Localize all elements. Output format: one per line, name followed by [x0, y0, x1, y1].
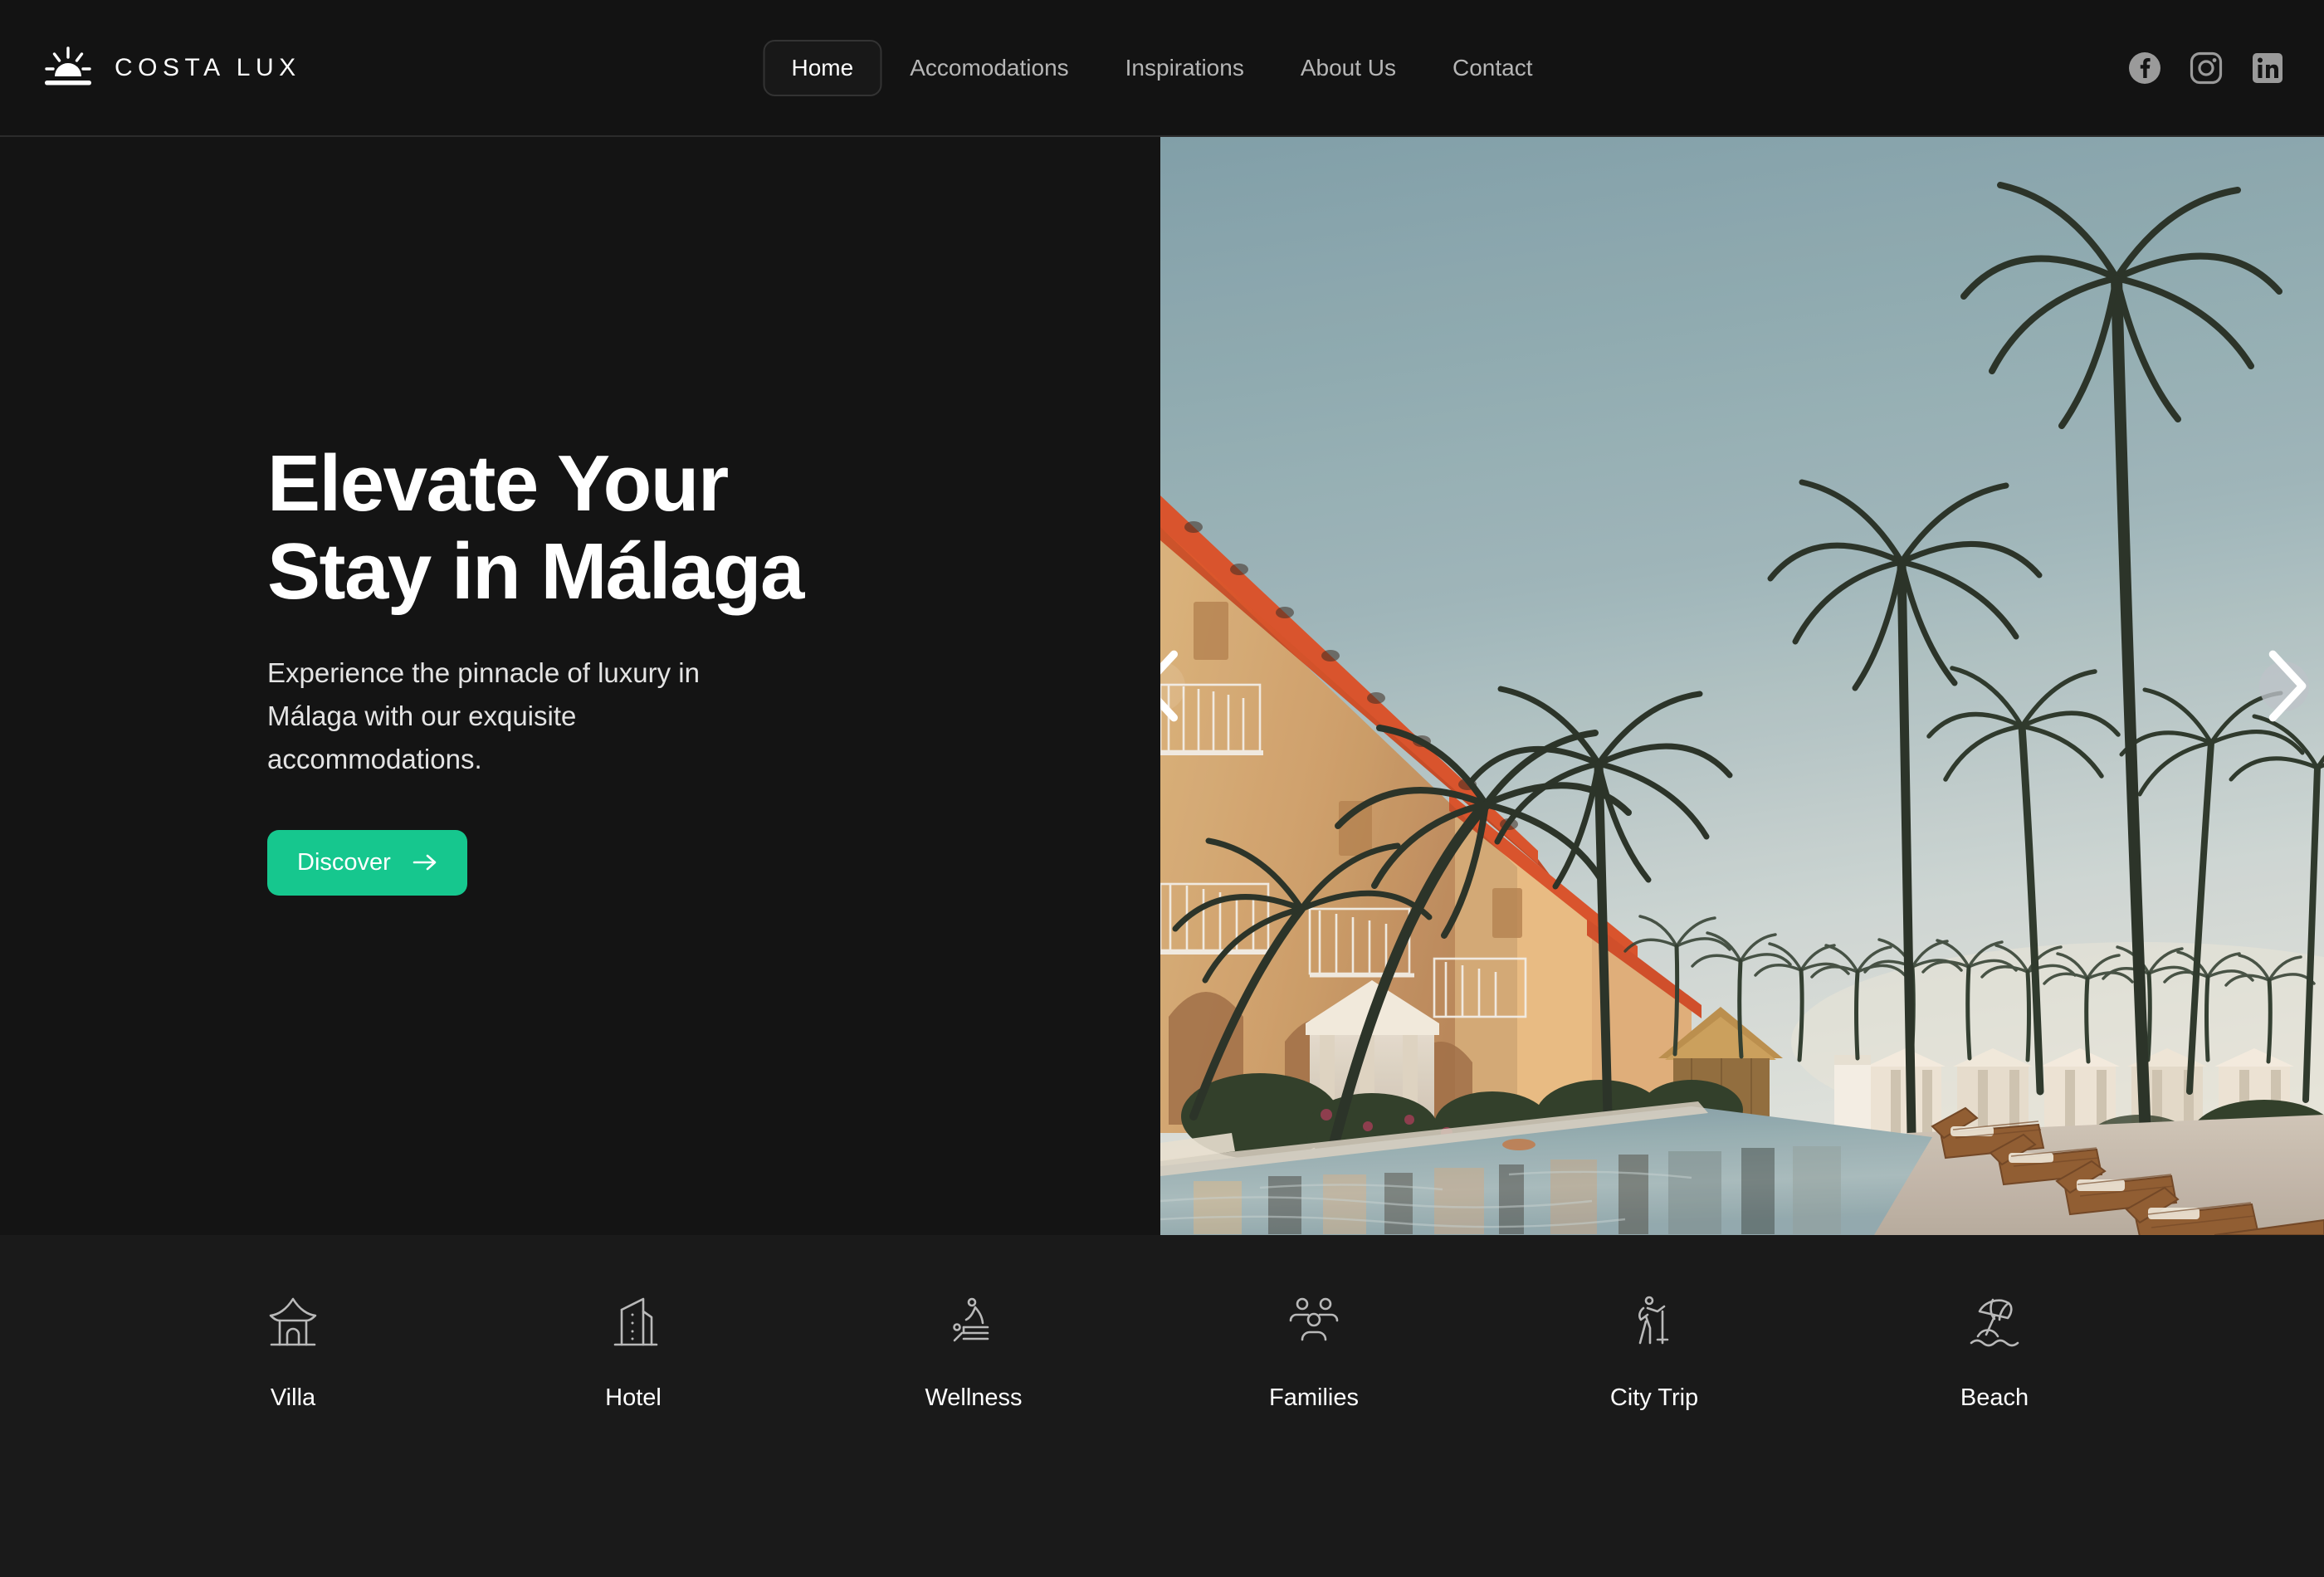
hero-section: Elevate Your Stay in Málaga Experience t… — [0, 137, 2324, 1235]
hero-copy: Elevate Your Stay in Málaga Experience t… — [267, 440, 998, 896]
chevron-left-icon — [1160, 650, 1178, 722]
landing-page: COSTA LUX Home Accomodations Inspiration… — [0, 0, 2324, 1577]
facebook-icon[interactable] — [2128, 51, 2161, 85]
hero-subtitle: Experience the pinnacle of luxury in Mál… — [267, 657, 700, 775]
city-trip-icon — [1638, 1296, 1669, 1345]
hero-title: Elevate Your Stay in Málaga — [267, 439, 804, 616]
category-city-trip-label: City Trip — [1609, 1384, 1699, 1411]
discover-button[interactable]: Discover — [267, 829, 467, 896]
wellness-icon — [953, 1297, 989, 1342]
hotel-icon — [613, 1297, 658, 1346]
instagram-icon[interactable] — [2190, 51, 2223, 85]
nav-item-inspirations[interactable]: Inspirations — [1097, 40, 1272, 96]
category-beach[interactable]: Beach — [1824, 1293, 2165, 1410]
hero-image — [1160, 137, 2324, 1235]
arrow-right-icon — [413, 854, 437, 871]
nav-item-contact[interactable]: Contact — [1424, 40, 1561, 96]
nav-item-about-us[interactable]: About Us — [1272, 40, 1424, 96]
category-list: Villa Hotel Wellness Families City Trip … — [123, 1293, 2165, 1410]
category-beach-label: Beach — [1960, 1384, 2029, 1411]
brand-logo[interactable]: COSTA LUX — [43, 46, 301, 90]
nav-item-home[interactable]: Home — [763, 39, 882, 96]
carousel-prev-button[interactable] — [1160, 650, 1185, 722]
resort-pool-illustration — [1160, 137, 2324, 1235]
category-families[interactable]: Families — [1144, 1293, 1484, 1410]
category-villa[interactable]: Villa — [123, 1293, 463, 1410]
category-bar: Villa Hotel Wellness Families City Trip … — [0, 1235, 2324, 1577]
category-wellness[interactable]: Wellness — [803, 1293, 1144, 1410]
families-icon — [1289, 1297, 1339, 1341]
category-wellness-label: Wellness — [925, 1384, 1023, 1411]
category-city-trip[interactable]: City Trip — [1484, 1293, 1824, 1410]
discover-button-label: Discover — [297, 848, 391, 876]
linkedin-icon[interactable] — [2251, 51, 2284, 85]
beach-icon — [1970, 1298, 2019, 1347]
category-hotel-label: Hotel — [605, 1384, 662, 1411]
social-links — [2128, 51, 2284, 85]
brand-name: COSTA LUX — [115, 53, 301, 81]
sunrise-icon — [45, 46, 91, 85]
category-villa-label: Villa — [270, 1384, 316, 1411]
main-nav: Home Accomodations Inspirations About Us… — [763, 39, 1561, 96]
category-families-label: Families — [1269, 1384, 1359, 1411]
site-header: COSTA LUX Home Accomodations Inspiration… — [0, 0, 2324, 137]
carousel-next-button[interactable] — [2259, 650, 2309, 722]
nav-item-accomodations[interactable]: Accomodations — [881, 40, 1096, 96]
category-hotel[interactable]: Hotel — [463, 1293, 803, 1410]
chevron-right-icon — [2268, 650, 2307, 722]
villa-icon — [269, 1297, 317, 1346]
